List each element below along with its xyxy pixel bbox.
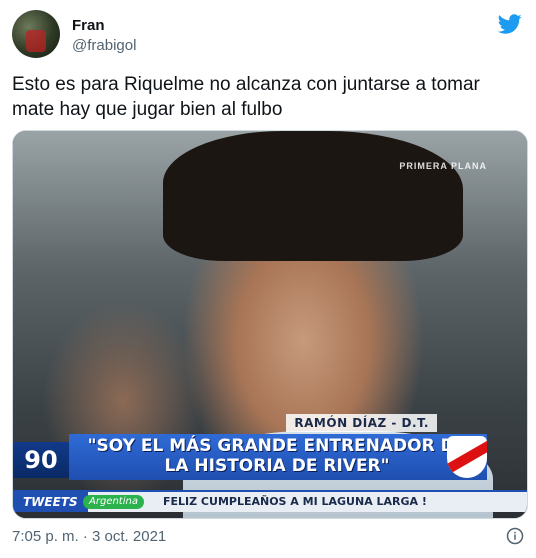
tweet-header: Fran @frabigol bbox=[12, 10, 524, 58]
ticker-label: TWEETS bbox=[13, 492, 88, 512]
name-strip: RAMÓN DÍAZ - D.T. bbox=[286, 414, 437, 432]
twitter-bird-icon[interactable] bbox=[498, 12, 522, 36]
author-name[interactable]: Fran bbox=[72, 17, 105, 34]
news-ticker: TWEETS Argentina FELIZ CUMPLEAÑOS A MI L… bbox=[13, 490, 527, 512]
ticker-country: Argentina bbox=[83, 495, 144, 509]
ticker-text: FELIZ CUMPLEAÑOS A MI LAGUNA LARGA ! bbox=[163, 495, 427, 508]
info-icon[interactable] bbox=[506, 527, 524, 545]
author-handle[interactable]: @frabigol bbox=[72, 37, 136, 54]
tv-lower-third: RAMÓN DÍAZ - D.T. 90 "SOY EL MÁS GRANDE … bbox=[13, 414, 527, 518]
quote-caption: "SOY EL MÁS GRANDE ENTRENADOR DE LA HIST… bbox=[87, 436, 467, 476]
tweet-video-still[interactable]: PRIMERA PLANA RAMÓN DÍAZ - D.T. 90 "SOY … bbox=[12, 130, 528, 519]
avatar[interactable] bbox=[12, 10, 60, 58]
river-crest-icon bbox=[447, 436, 487, 478]
tweet-text: Esto es para Riquelme no alcanza con jun… bbox=[12, 74, 480, 120]
person-hair bbox=[163, 131, 463, 261]
tweet-timestamp[interactable]: 7:05 p. m. · 3 oct. 2021 bbox=[12, 528, 166, 545]
channel-number: 90 bbox=[13, 442, 69, 478]
channel-logo: PRIMERA PLANA bbox=[399, 161, 487, 171]
